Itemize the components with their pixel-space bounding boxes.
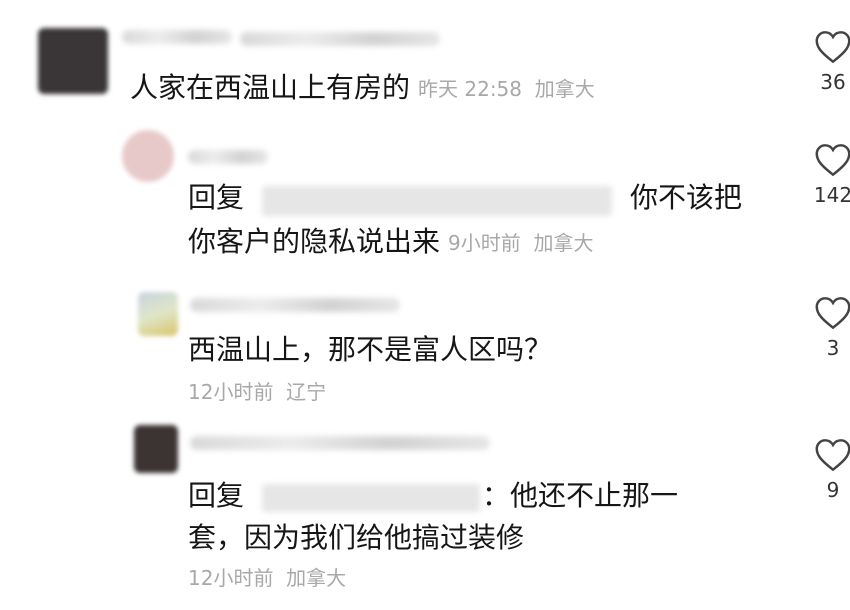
username-blurred[interactable]: [188, 150, 268, 164]
heart-outline-icon: [815, 31, 850, 64]
reply-prefix: 回复: [188, 479, 245, 512]
like-button[interactable]: 3: [808, 296, 850, 360]
comment-body: 你客户的隐私说出来: [188, 225, 441, 258]
comment-body: 人家在西温山上有房的: [130, 71, 411, 104]
like-count: 3: [826, 336, 840, 360]
avatar[interactable]: [134, 425, 178, 473]
comment-text-line1: 你不该把: [630, 176, 742, 220]
avatar[interactable]: [38, 28, 108, 94]
username-blurred[interactable]: [190, 436, 490, 450]
comment-body: ：他还不止那一: [482, 479, 679, 512]
avatar[interactable]: [138, 292, 178, 336]
comment-time: 昨天 22:58: [418, 77, 523, 101]
comment-location: 加拿大: [534, 77, 595, 101]
comment-time: 9小时前: [448, 231, 521, 255]
username-blurred[interactable]: [190, 298, 400, 312]
comment-text: 回复: [188, 176, 244, 220]
comment-meta: 12小时前 加拿大: [188, 562, 346, 591]
comment-text-line1: ：他还不止那一: [482, 474, 678, 518]
username-blurred[interactable]: [122, 30, 232, 44]
like-count: 9: [826, 478, 840, 502]
heart-outline-icon: [815, 439, 850, 472]
comment-meta: 12小时前 辽宁: [188, 376, 326, 405]
comment-location: 辽宁: [286, 380, 327, 404]
comment-body: 套，因为我们给他搞过装修: [188, 521, 525, 554]
reply-target-blurred[interactable]: [262, 186, 612, 216]
like-count: 142: [813, 183, 850, 207]
like-button[interactable]: 36: [808, 30, 850, 94]
comment-text-line2: 套，因为我们给他搞过装修: [188, 516, 524, 560]
username-blurred: [240, 32, 440, 46]
reply-prefix: 回复: [188, 181, 245, 214]
heart-outline-icon: [815, 144, 850, 177]
heart-outline-icon: [815, 297, 850, 330]
comment-body: 你不该把: [630, 181, 743, 214]
comment-text: 人家在西温山上有房的 昨天 22:58 加拿大: [130, 66, 595, 111]
like-button[interactable]: 9: [808, 438, 850, 502]
comment-text: 回复: [188, 474, 244, 518]
like-button[interactable]: 142: [808, 143, 850, 207]
like-count: 36: [820, 70, 846, 94]
comment-body: 西温山上，那不是富人区吗？: [188, 333, 553, 366]
comment-location: 加拿大: [286, 566, 347, 590]
comment-text: 西温山上，那不是富人区吗？: [188, 328, 552, 372]
reply-target-blurred[interactable]: [262, 484, 480, 512]
avatar[interactable]: [122, 130, 174, 182]
comment-time: 12小时前: [188, 380, 274, 404]
comment-text-line2: 你客户的隐私说出来 9小时前 加拿大: [188, 220, 593, 265]
comment-time: 12小时前: [188, 566, 274, 590]
comment-location: 加拿大: [533, 231, 594, 255]
